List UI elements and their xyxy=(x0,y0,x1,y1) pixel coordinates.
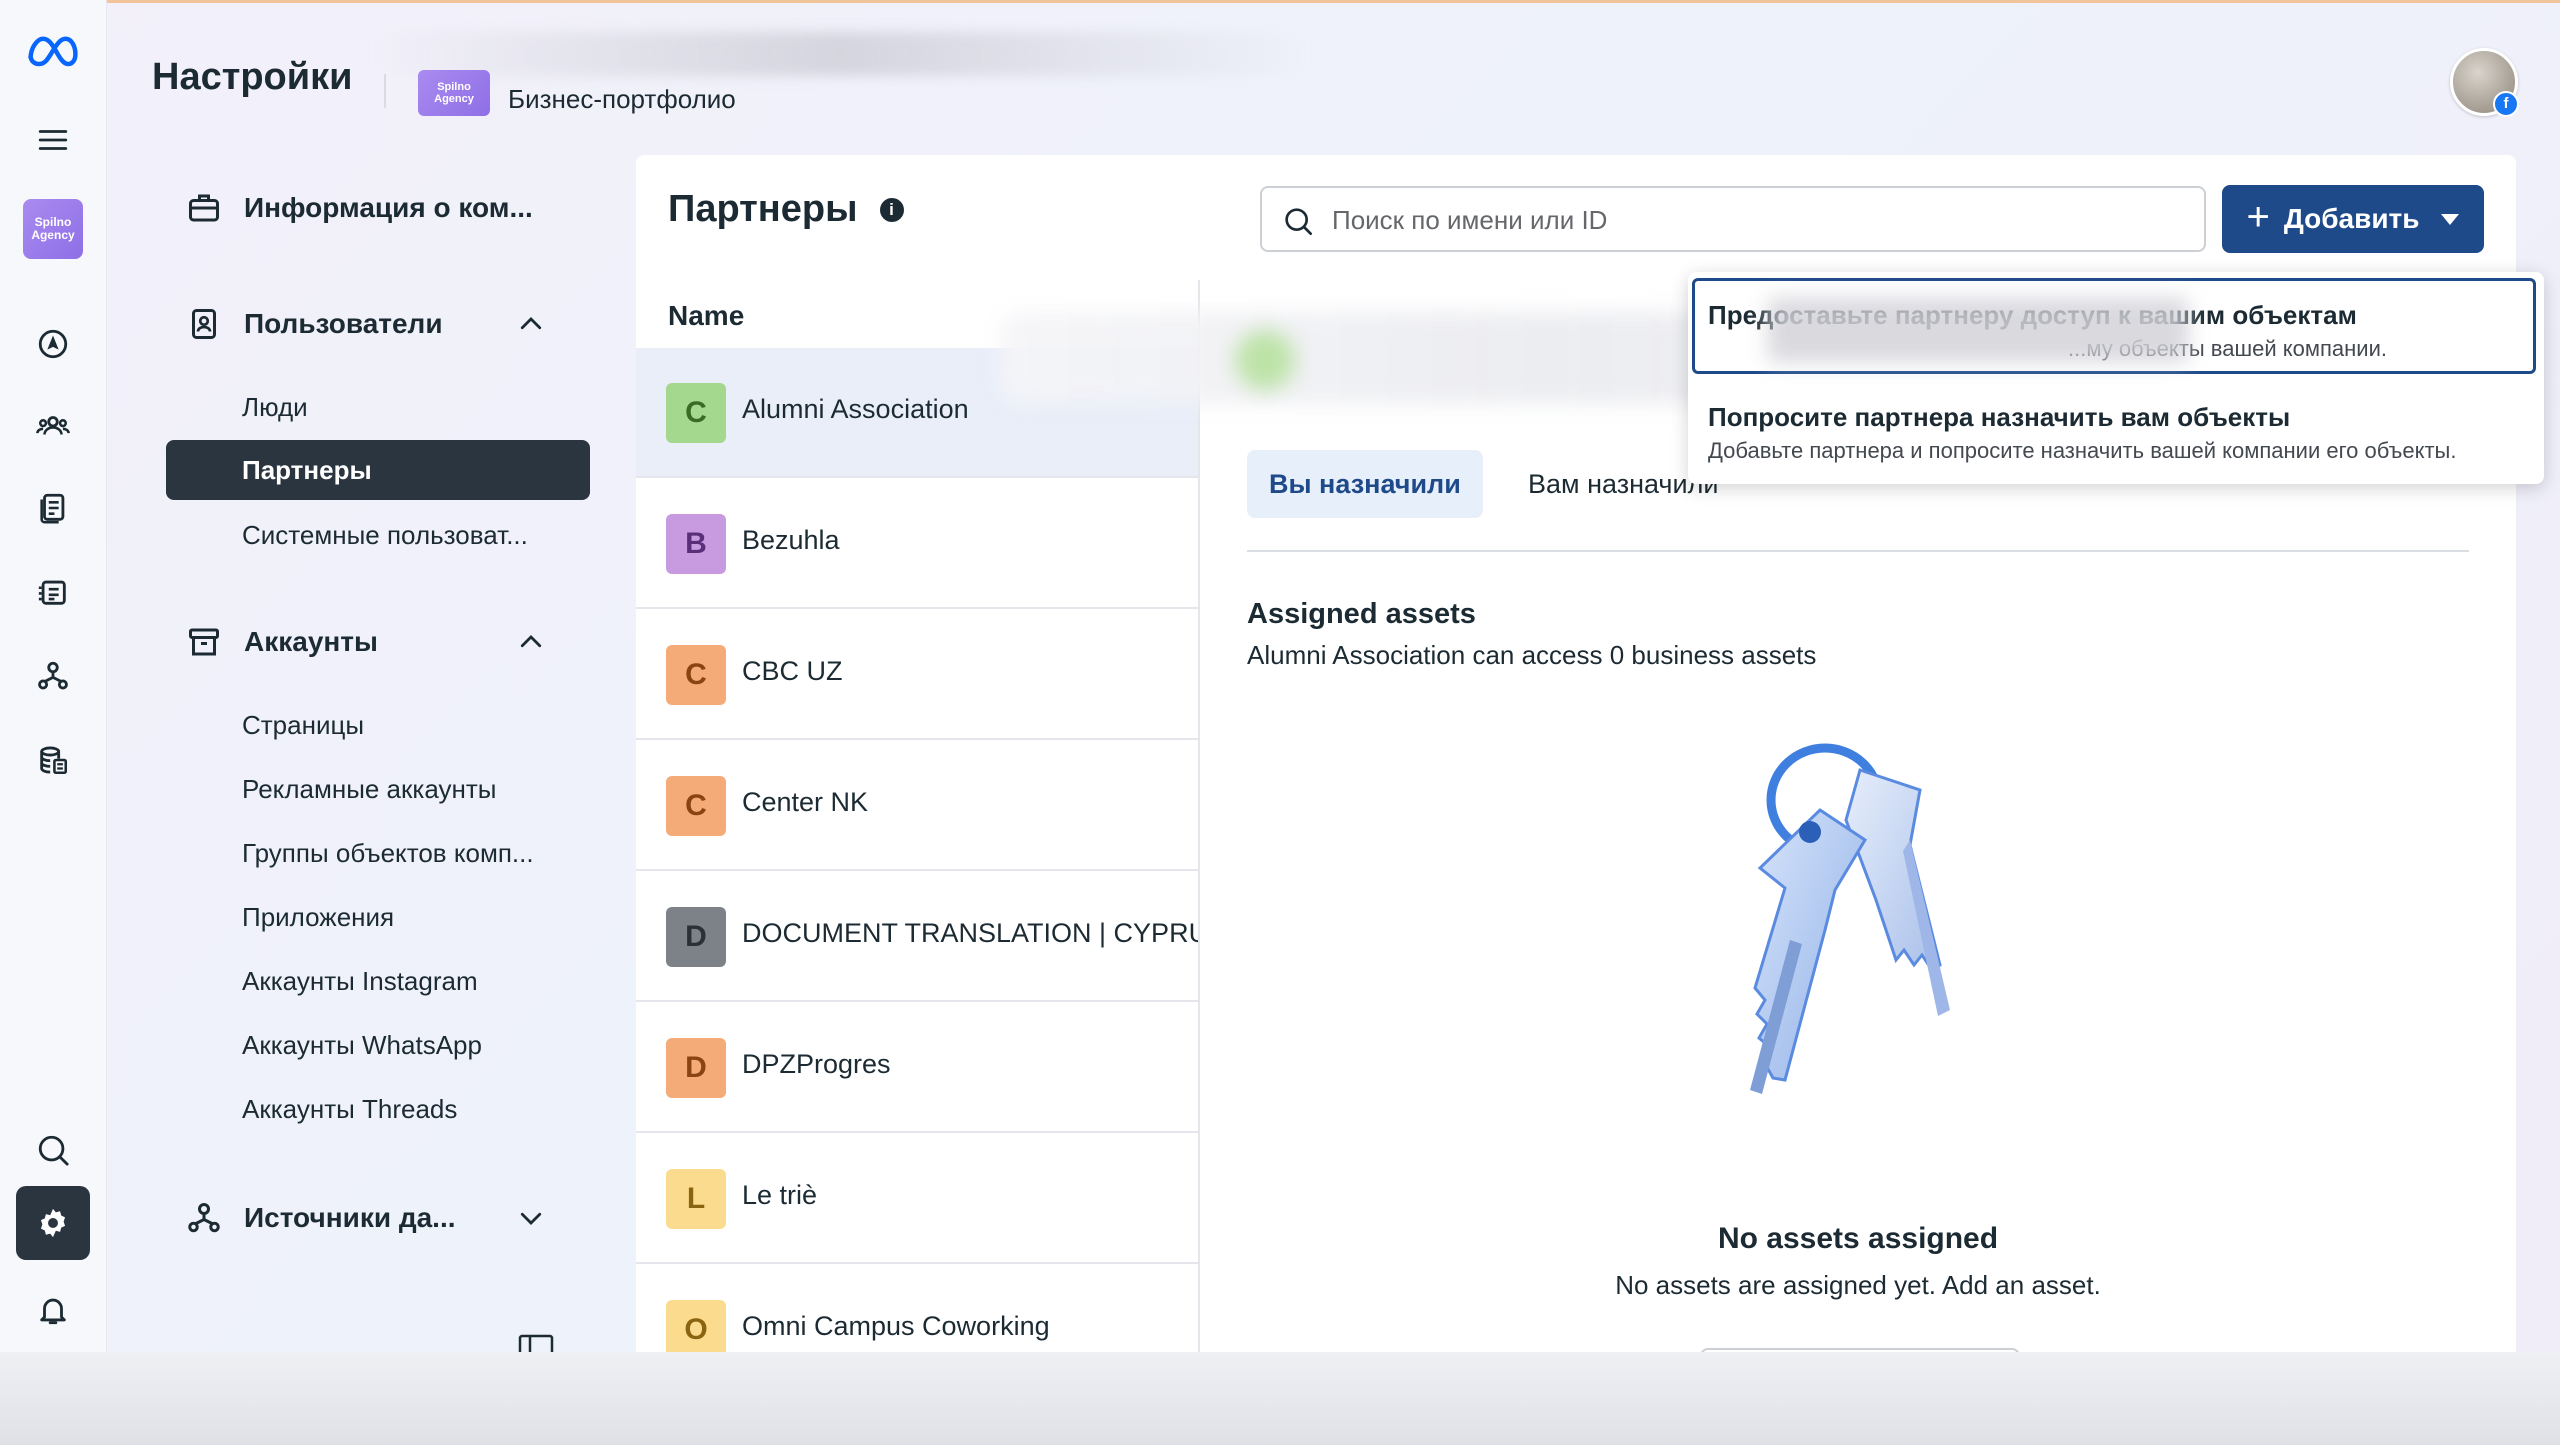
calendar-icon[interactable] xyxy=(25,564,81,620)
archive-icon xyxy=(189,628,219,656)
nav-item-whatsapp[interactable]: Аккаунты WhatsApp xyxy=(242,1030,482,1061)
chevron-up-icon[interactable] xyxy=(516,309,546,339)
partner-letter-badge: C xyxy=(666,383,726,443)
data-sources-icon xyxy=(188,1203,220,1233)
table-row[interactable]: C CBC UZ xyxy=(636,610,1198,740)
bell-icon[interactable] xyxy=(25,1282,81,1338)
partner-name: DOCUMENT TRANSLATION | CYPRUS xyxy=(742,918,1198,948)
tab-divider xyxy=(1247,550,2469,552)
add-button[interactable]: + Добавить xyxy=(2222,185,2484,253)
nav-item-ad-accounts[interactable]: Рекламные аккаунты xyxy=(242,774,496,805)
partner-name: Omni Campus Coworking xyxy=(742,1311,1050,1341)
nav-item-asset-groups[interactable]: Группы объектов комп... xyxy=(242,838,534,869)
nav-item-system-users[interactable]: Системные пользоват... xyxy=(242,520,528,551)
search-icon xyxy=(1285,208,1312,235)
chevron-down-icon[interactable] xyxy=(516,1203,546,1233)
nav-data-sources-section[interactable]: Источники да... xyxy=(186,1200,566,1236)
partner-letter-badge: D xyxy=(666,907,726,967)
left-rail: Spilno Agency xyxy=(0,0,107,1355)
nav-item-pages[interactable]: Страницы xyxy=(242,710,364,741)
facebook-badge-icon: f xyxy=(2493,91,2519,117)
partner-search[interactable] xyxy=(1260,186,2206,252)
partner-name: CBC UZ xyxy=(742,656,843,686)
empty-state-title: No assets assigned xyxy=(1717,1222,1999,1255)
nav-item-threads[interactable]: Аккаунты Threads xyxy=(242,1094,457,1125)
nav-item-instagram[interactable]: Аккаунты Instagram xyxy=(242,966,478,997)
network-icon[interactable] xyxy=(25,648,81,704)
menu-icon[interactable] xyxy=(25,112,81,168)
business-portfolio-label[interactable]: Бизнес-портфолио xyxy=(508,84,736,115)
search-input[interactable] xyxy=(1330,198,2174,242)
partner-letter-badge: D xyxy=(666,1038,726,1098)
nav-company-info[interactable]: Информация о ком... xyxy=(186,190,566,226)
partner-letter-badge: B xyxy=(666,514,726,574)
partner-letter-badge: O xyxy=(666,1300,726,1360)
table-row[interactable]: L Le triè xyxy=(636,1134,1198,1264)
page-title: Настройки xyxy=(152,56,353,98)
blurred-region xyxy=(370,32,1310,76)
blurred-region xyxy=(1768,298,2188,362)
bottom-edge xyxy=(0,1352,2560,1445)
database-icon[interactable] xyxy=(25,732,81,788)
top-accent-line xyxy=(0,0,2560,3)
assigned-assets-subtitle: Alumni Association can access 0 business… xyxy=(1247,640,1817,670)
nav-users-section[interactable]: Пользователи xyxy=(186,306,566,342)
chevron-up-icon[interactable] xyxy=(516,627,546,657)
business-logo[interactable]: Spilno Agency xyxy=(23,199,83,259)
add-dropdown-menu: Предоставьте партнеру доступ к вашим объ… xyxy=(1688,272,2544,484)
user-badge-icon xyxy=(192,309,216,339)
keys-illustration-icon xyxy=(1750,743,1950,1094)
gear-icon[interactable] xyxy=(16,1186,90,1260)
partner-name: Center NK xyxy=(742,787,869,817)
partner-name: Le triè xyxy=(742,1180,818,1210)
table-row[interactable]: C Center NK xyxy=(636,741,1198,871)
people-icon[interactable] xyxy=(25,398,81,454)
list-divider xyxy=(1198,280,1200,1355)
caret-down-icon xyxy=(2441,213,2460,225)
info-icon[interactable]: i xyxy=(879,197,904,222)
partners-title: Партнеры i xyxy=(668,188,904,231)
tab-assigned-by-you[interactable]: Вы назначили xyxy=(1247,450,1483,518)
partner-name: Bezuhla xyxy=(742,525,840,555)
partner-name: DPZProgres xyxy=(742,1049,891,1079)
partner-letter-badge: C xyxy=(666,645,726,705)
empty-state-subtitle: No assets are assigned yet. Add an asset… xyxy=(1615,1270,2101,1300)
table-row[interactable]: D DPZProgres xyxy=(636,1003,1198,1133)
blurred-avatar xyxy=(1235,330,1295,390)
header-divider xyxy=(384,74,386,108)
table-row[interactable]: D DOCUMENT TRANSLATION | CYPRUS xyxy=(636,872,1198,1002)
menu-item-request-assets-desc: Добавьте партнера и попросите назначить … xyxy=(1708,438,2457,463)
document-icon[interactable] xyxy=(25,480,81,536)
partner-name: Alumni Association xyxy=(742,394,969,424)
business-logo-small[interactable]: Spilno Agency xyxy=(418,70,490,116)
search-icon[interactable] xyxy=(25,1122,81,1178)
plus-icon: + xyxy=(2246,195,2270,239)
nav-accounts-section[interactable]: Аккаунты xyxy=(186,624,566,660)
compass-icon[interactable] xyxy=(25,316,81,372)
nav-item-apps[interactable]: Приложения xyxy=(242,902,394,933)
meta-logo-icon[interactable] xyxy=(25,22,81,78)
avatar[interactable]: f xyxy=(2450,48,2519,117)
menu-item-request-assets[interactable]: Попросите партнера назначить вам объекты xyxy=(1708,402,2290,433)
assigned-assets-title: Assigned assets xyxy=(1247,598,1476,630)
table-row[interactable]: B Bezuhla xyxy=(636,479,1198,609)
partner-letter-badge: C xyxy=(666,776,726,836)
partner-letter-badge: L xyxy=(666,1169,726,1229)
column-header-name[interactable]: Name xyxy=(668,300,744,332)
nav-item-people[interactable]: Люди xyxy=(242,392,308,423)
briefcase-icon xyxy=(189,194,219,222)
nav-item-partners[interactable]: Партнеры xyxy=(166,440,590,500)
